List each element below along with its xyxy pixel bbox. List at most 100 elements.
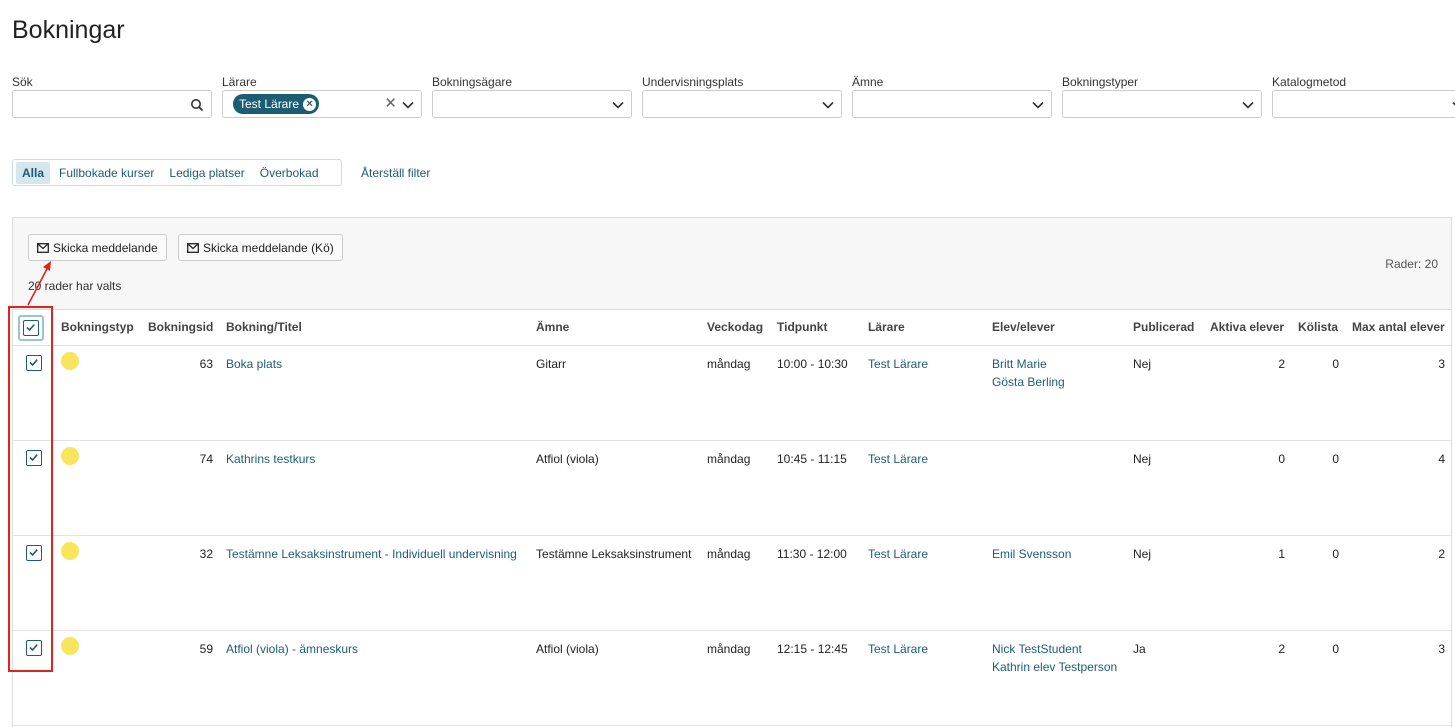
tab-fullbokade[interactable]: Fullbokade kurser — [53, 162, 160, 184]
teacher-link[interactable]: Test Lärare — [868, 450, 928, 468]
booking-title-link[interactable]: Boka plats — [226, 355, 282, 373]
tab-overbokad[interactable]: Överbokad — [254, 162, 325, 184]
chevron-down-icon[interactable] — [611, 98, 625, 112]
select-all-focus — [18, 315, 44, 341]
col-header-bokningstyp[interactable]: Bokningstyp — [61, 320, 134, 334]
chevron-down-icon[interactable] — [1241, 98, 1255, 112]
col-header-aktiva[interactable]: Aktiva elever — [1210, 320, 1284, 334]
queue-count: 0 — [1332, 642, 1339, 656]
remove-chip-icon[interactable]: × — [303, 97, 317, 111]
teacher-link[interactable]: Test Lärare — [868, 640, 928, 658]
filter-label: Lärare — [222, 75, 257, 89]
page-title: Bokningar — [12, 16, 125, 44]
subject: Atfiol (viola) — [536, 452, 599, 466]
table-row[interactable]: 32 Testämne Leksaksinstrument - Individu… — [13, 536, 1451, 631]
table-row[interactable]: 74 Kathrins testkurs Atfiol (viola) månd… — [13, 441, 1451, 536]
subject: Atfiol (viola) — [536, 642, 599, 656]
active-students: 1 — [1278, 547, 1285, 561]
booking-id: 74 — [199, 452, 213, 466]
booking-title-link[interactable]: Atfiol (viola) - ämneskurs — [226, 640, 358, 658]
search-icon[interactable] — [190, 98, 204, 112]
col-header-titel[interactable]: Bokning/Titel — [226, 320, 302, 334]
chip-label: Test Lärare — [239, 97, 300, 111]
queue-count: 0 — [1332, 547, 1339, 561]
booking-id: 59 — [199, 642, 213, 656]
weekday: måndag — [707, 357, 751, 371]
row-count: Rader: 20 — [1385, 257, 1438, 271]
send-message-queue-button[interactable]: Skicka meddelande (Kö) — [178, 234, 343, 261]
active-students: 0 — [1278, 452, 1285, 466]
weekday: måndag — [707, 452, 751, 466]
booking-title-link[interactable]: Kathrins testkurs — [226, 450, 315, 468]
student-link[interactable]: Britt Marie — [992, 355, 1047, 373]
catalog-method-select[interactable] — [1272, 90, 1455, 118]
envelope-icon — [37, 242, 49, 253]
col-header-bokningsid[interactable]: Bokningsid — [148, 320, 213, 334]
booking-types-select[interactable] — [1062, 90, 1262, 118]
filter-search: Sök — [12, 74, 212, 118]
col-header-larare[interactable]: Lärare — [868, 320, 905, 334]
table-row[interactable]: 63 Boka plats Gitarr måndag 10:00 - 10:3… — [13, 346, 1451, 441]
send-message-queue-label: Skicka meddelande (Kö) — [203, 240, 334, 255]
row-checkbox[interactable] — [26, 640, 42, 656]
student-link[interactable]: Emil Svensson — [992, 545, 1071, 563]
reset-filter-link[interactable]: Återställ filter — [361, 166, 430, 180]
filter-booking-owner: Bokningsägare — [432, 74, 632, 118]
table-row[interactable]: 59 Atfiol (viola) - ämneskurs Atfiol (vi… — [13, 631, 1451, 726]
col-header-veckodag[interactable]: Veckodag — [707, 320, 763, 334]
student-link[interactable]: Gösta Berling — [992, 373, 1065, 391]
published: Ja — [1133, 642, 1146, 656]
table-header: Bokningstyp Bokningsid Bokning/Titel Ämn… — [13, 310, 1451, 346]
checkbox-checked-icon — [29, 359, 38, 367]
col-header-publicerad[interactable]: Publicerad — [1133, 320, 1194, 334]
chevron-down-icon[interactable] — [401, 98, 415, 112]
max-students: 3 — [1438, 357, 1445, 371]
booking-type-dot — [61, 542, 79, 560]
chevron-down-icon[interactable] — [1451, 98, 1455, 112]
booking-owner-select[interactable] — [432, 90, 632, 118]
published: Nej — [1133, 452, 1152, 466]
student-link[interactable]: Kathrin elev Testperson — [992, 658, 1117, 676]
col-header-kolista[interactable]: Kölista — [1298, 320, 1338, 334]
tab-lediga[interactable]: Lediga platser — [163, 162, 250, 184]
student-link[interactable]: Nick TestStudent — [992, 640, 1082, 658]
filter-label: Katalogmetod — [1272, 75, 1347, 89]
teacher-link[interactable]: Test Lärare — [868, 355, 928, 373]
send-message-label: Skicka meddelande — [53, 240, 158, 255]
send-message-button[interactable]: Skicka meddelande — [28, 234, 167, 261]
filter-label: Undervisningsplats — [642, 75, 744, 89]
col-header-amne[interactable]: Ämne — [536, 320, 569, 334]
filter-bar: Sök Lärare Test Lärare × ✕ Bokningsägare… — [12, 74, 1455, 118]
max-students: 3 — [1438, 642, 1445, 656]
location-select[interactable] — [642, 90, 842, 118]
max-students: 4 — [1438, 452, 1445, 466]
tab-alla[interactable]: Alla — [16, 161, 51, 184]
teacher-select[interactable]: Test Lärare × ✕ — [222, 90, 422, 118]
booking-type-dot — [61, 447, 79, 465]
time: 10:45 - 11:15 — [777, 452, 847, 466]
time: 11:30 - 12:00 — [777, 547, 847, 561]
clear-icon[interactable]: ✕ — [384, 96, 397, 112]
published: Nej — [1133, 547, 1152, 561]
col-header-max[interactable]: Max antal elever — [1352, 320, 1445, 334]
booking-type-dot — [61, 637, 79, 655]
booking-title-link[interactable]: Testämne Leksaksinstrument - Individuell… — [226, 545, 517, 563]
select-all-checkbox[interactable] — [23, 320, 39, 336]
teacher-link[interactable]: Test Lärare — [868, 545, 928, 563]
published: Nej — [1133, 357, 1152, 371]
row-checkbox[interactable] — [26, 450, 42, 466]
chevron-down-icon[interactable] — [821, 98, 835, 112]
booking-type-dot — [61, 352, 79, 370]
status-tabs: Alla Fullbokade kurser Lediga platser Öv… — [12, 159, 342, 186]
filter-location: Undervisningsplats — [642, 74, 842, 118]
subject-select[interactable] — [852, 90, 1052, 118]
row-checkbox[interactable] — [26, 355, 42, 371]
filter-label: Sök — [12, 75, 33, 89]
col-header-tidpunkt[interactable]: Tidpunkt — [777, 320, 827, 334]
col-header-elever[interactable]: Elev/elever — [992, 320, 1055, 334]
filter-label: Bokningstyper — [1062, 75, 1139, 89]
time: 12:15 - 12:45 — [777, 642, 848, 656]
chevron-down-icon[interactable] — [1031, 98, 1045, 112]
search-input[interactable] — [12, 90, 212, 118]
row-checkbox[interactable] — [26, 545, 42, 561]
